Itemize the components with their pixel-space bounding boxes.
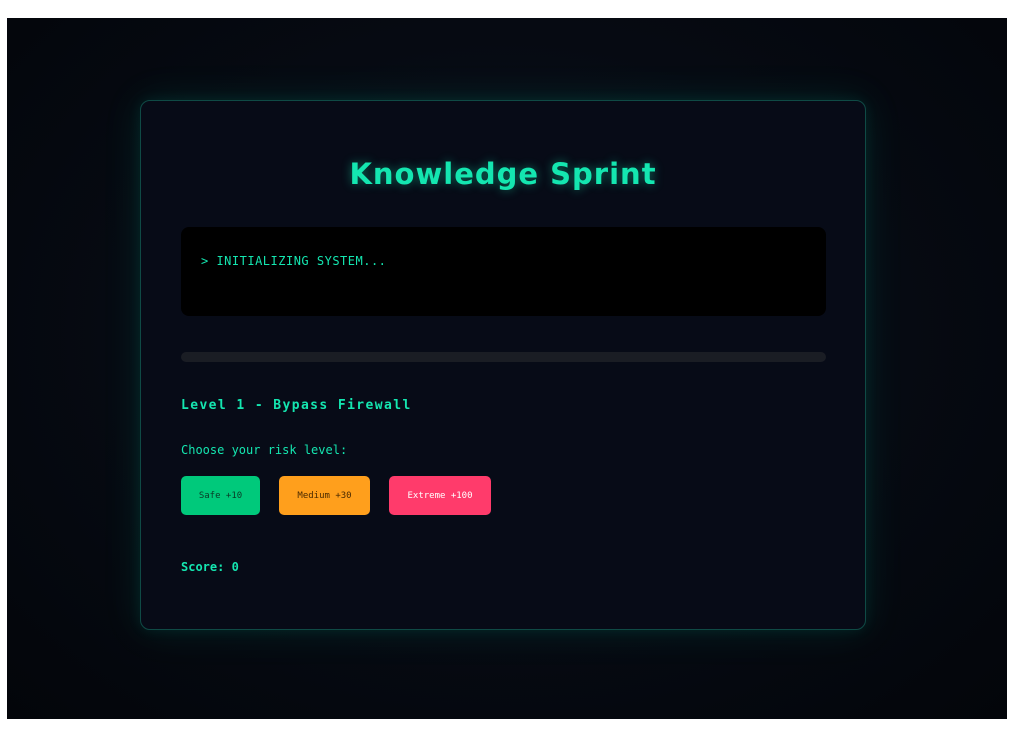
game-panel: Knowledge Sprint > INITIALIZING SYSTEM..… [140, 100, 866, 630]
medium-risk-button[interactable]: Medium +30 [279, 476, 370, 515]
score-display: Score: 0 [181, 560, 239, 574]
level-title: Level 1 - Bypass Firewall [181, 398, 412, 413]
safe-risk-button[interactable]: Safe +10 [181, 476, 260, 515]
progress-bar [181, 352, 826, 362]
extreme-risk-button[interactable]: Extreme +100 [389, 476, 491, 515]
risk-prompt: Choose your risk level: [181, 443, 348, 457]
game-stage: Knowledge Sprint > INITIALIZING SYSTEM..… [7, 18, 1007, 719]
game-title: Knowledge Sprint [349, 157, 657, 191]
terminal-output: > INITIALIZING SYSTEM... [181, 227, 826, 316]
terminal-line: > INITIALIZING SYSTEM... [201, 254, 387, 268]
